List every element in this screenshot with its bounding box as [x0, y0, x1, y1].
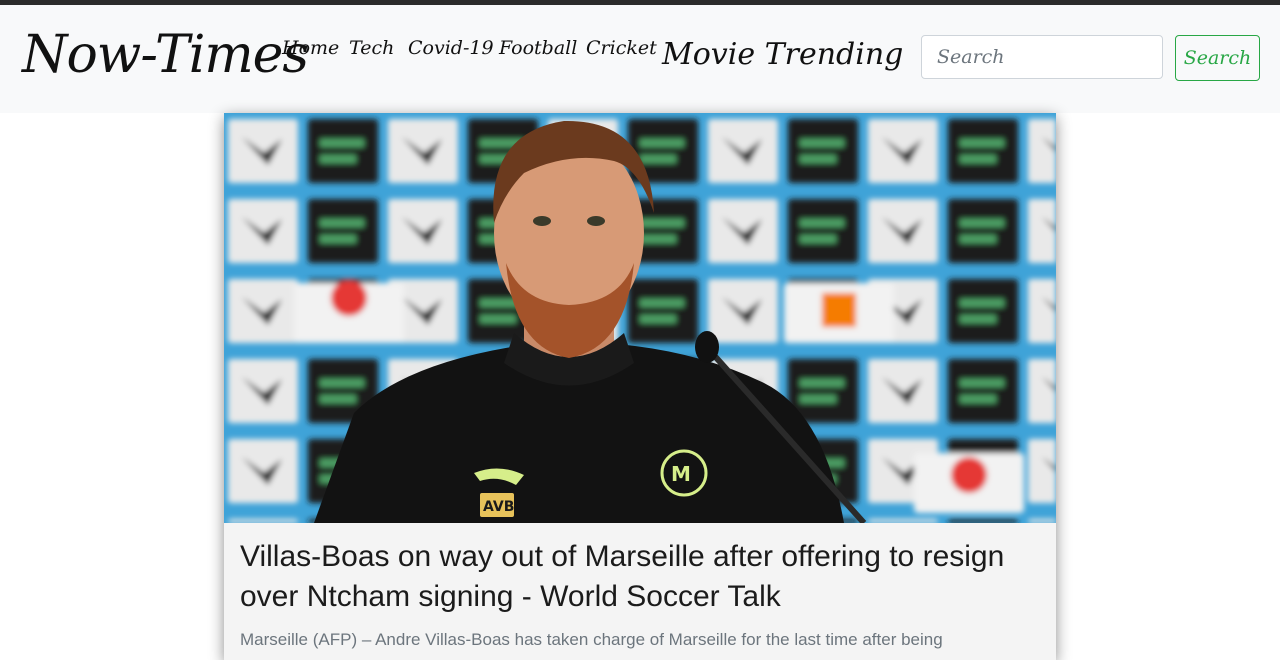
article-title[interactable]: Villas-Boas on way out of Marseille afte…	[240, 537, 1040, 617]
nav-link-home[interactable]: Home	[282, 37, 339, 59]
nav-link-tech[interactable]: Tech	[349, 37, 394, 59]
nav-link-football[interactable]: Football	[499, 37, 577, 59]
brand-logo[interactable]: Now-Times	[22, 25, 309, 85]
nav-link-covid-19[interactable]: Covid-19	[408, 37, 494, 59]
article-image: M AVB	[224, 113, 1056, 523]
nav-link-cricket[interactable]: Cricket	[586, 37, 657, 59]
svg-text:M: M	[671, 462, 691, 486]
navbar: Now-Times Home Tech Covid-19 Football Cr…	[0, 5, 1280, 113]
search-input[interactable]	[921, 35, 1163, 79]
article-description: Marseille (AFP) – Andre Villas-Boas has …	[240, 630, 943, 649]
search-button[interactable]: Search	[1175, 35, 1260, 81]
nav-link-movie-trending[interactable]: Movie Trending	[662, 37, 903, 72]
news-card[interactable]: M AVB Villas-Boas on way out of Marseill…	[224, 113, 1056, 660]
shirt-initials: AVB	[483, 499, 514, 515]
